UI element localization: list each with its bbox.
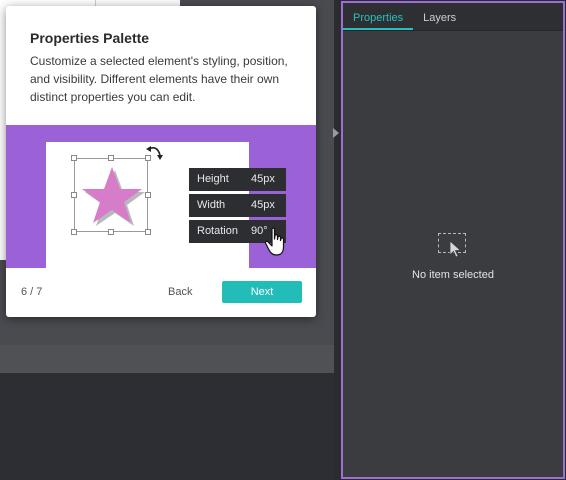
- tutorial-title: Properties Palette: [30, 30, 150, 46]
- tutorial-description: Customize a selected element's styling, …: [30, 54, 288, 104]
- hand-cursor-icon: [264, 227, 285, 256]
- rotation-label: Rotation: [197, 225, 238, 237]
- properties-panel: Properties Layers No item selected: [341, 1, 565, 479]
- width-row: Width 45px: [189, 194, 286, 217]
- tutorial-card: Properties Palette Customize a selected …: [6, 6, 316, 317]
- tutorial-illustration: Height 45px Width 45px Rotation 90°: [6, 125, 316, 268]
- rotate-icon: [146, 146, 163, 160]
- tab-properties[interactable]: Properties: [343, 12, 414, 30]
- empty-state-text: No item selected: [412, 269, 494, 281]
- empty-state: No item selected: [343, 233, 563, 281]
- tab-layers[interactable]: Layers: [413, 12, 466, 30]
- height-label: Height: [197, 173, 229, 185]
- height-value: 45px: [251, 173, 275, 185]
- selection-box: [71, 155, 151, 235]
- tutorial-footer: 6 / 7 Back Next: [6, 268, 316, 317]
- panel-tabs: Properties Layers: [343, 3, 563, 31]
- height-row: Height 45px: [189, 168, 286, 191]
- star-shape: [82, 167, 145, 226]
- selection-cursor-icon: [438, 233, 468, 259]
- next-button[interactable]: Next: [222, 281, 302, 303]
- bottom-toolbar: [0, 345, 334, 373]
- step-indicator: 6 / 7: [21, 286, 43, 298]
- width-label: Width: [197, 199, 226, 211]
- timeline-area: [0, 373, 334, 480]
- width-value: 45px: [251, 199, 275, 211]
- back-button[interactable]: Back: [168, 286, 192, 298]
- collapse-panel-icon[interactable]: [333, 128, 339, 138]
